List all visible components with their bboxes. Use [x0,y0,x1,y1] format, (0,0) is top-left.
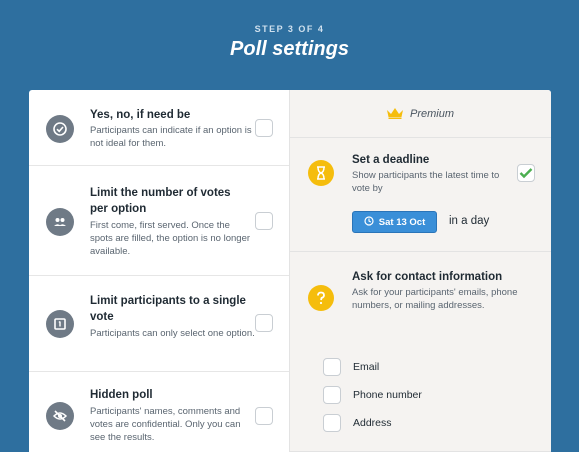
option-checkbox[interactable] [255,314,273,332]
crown-icon [386,106,404,124]
address-checkbox[interactable] [323,414,341,432]
premium-label: Premium [410,108,455,120]
settings-card: Yes, no, if need be Participants can ind… [29,90,551,452]
option-description: Participants can only select one option. [90,328,255,339]
deadline-suffix: in a day [449,215,490,227]
option-checkbox[interactable] [255,212,273,230]
option-description: Participants' names, comments and votes … [90,406,241,443]
option-description: First come, first served. Once the spots… [90,220,251,257]
option-title: Hidden poll [90,389,153,401]
option-description: Participants can indicate if an option i… [90,125,252,149]
option-checkbox[interactable] [255,407,273,425]
field-label: Address [353,417,392,429]
deadline-date: Sat 13 Oct [378,216,426,228]
option-checkbox[interactable] [255,119,273,137]
people-icon [46,208,74,236]
contact-section: Ask for contact information Ask for your… [290,252,551,452]
deadline-date-button[interactable]: Sat 13 Oct [352,211,437,233]
page-title: Poll settings [230,38,349,60]
option-title: Limit the number of votes per option [90,187,231,215]
deadline-checkbox[interactable] [517,164,535,182]
step-indicator: STEP 3 OF 4 [254,24,325,34]
option-single-vote[interactable]: Limit participants to a single vote Part… [29,276,289,372]
phone-checkbox[interactable] [323,386,341,404]
single-vote-icon [46,310,74,338]
field-label: Email [353,361,380,373]
question-icon [308,285,334,311]
option-title: Yes, no, if need be [90,109,191,121]
email-checkbox[interactable] [323,358,341,376]
deadline-section: Set a deadline Show participants the lat… [290,138,551,252]
premium-header: Premium [290,90,551,138]
field-label: Phone number [353,389,422,401]
option-limit-votes[interactable]: Limit the number of votes per option Fir… [29,166,289,276]
eye-off-icon [46,402,74,430]
check-circle-icon [46,115,74,143]
option-hidden-poll[interactable]: Hidden poll Participants' names, comment… [29,372,289,452]
deadline-title: Set a deadline [352,154,430,166]
clock-icon [364,215,374,229]
deadline-description: Show participants the latest time to vot… [352,170,500,194]
option-yes-no-ifneedbe[interactable]: Yes, no, if need be Participants can ind… [29,90,289,166]
hourglass-icon [308,160,334,186]
contact-description: Ask for your participants' emails, phone… [352,287,518,311]
free-options: Yes, no, if need be Participants can ind… [29,90,289,452]
premium-options: Premium Set a deadline Show participants… [289,90,551,452]
contact-title: Ask for contact information [352,271,503,283]
option-title: Limit participants to a single vote [90,295,246,323]
